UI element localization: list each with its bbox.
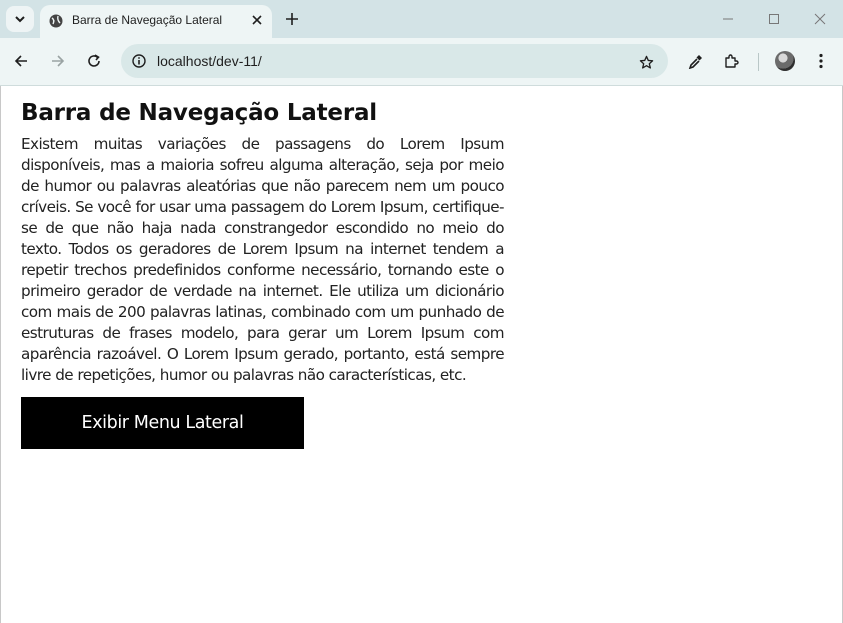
chevron-down-icon: [15, 16, 25, 23]
site-info-icon: [132, 54, 146, 68]
minimize-icon: [723, 18, 733, 20]
bookmark-button[interactable]: [635, 51, 657, 73]
extensions-button[interactable]: [719, 48, 745, 74]
tab-title: Barra de Navegação Lateral: [72, 13, 223, 27]
kebab-menu-icon: [819, 53, 823, 69]
intro-paragraph: Existem muitas variações de passagens do…: [21, 135, 505, 384]
browser-tab[interactable]: Barra de Navegação Lateral: [40, 5, 272, 38]
forward-icon: [52, 55, 65, 67]
tab-strip: Barra de Navegação Lateral: [0, 0, 843, 38]
extensions-icon: [725, 54, 739, 68]
menu-button[interactable]: [808, 48, 834, 74]
forward-button[interactable]: [45, 48, 71, 74]
tab-search-button[interactable]: [6, 6, 34, 32]
close-icon: [252, 15, 262, 25]
window-close-button[interactable]: [800, 6, 840, 32]
globe-icon: [49, 14, 63, 28]
eyedropper-icon: [688, 55, 702, 69]
url-text: localhost/dev-11/: [157, 53, 262, 69]
toolbar-divider: [758, 53, 759, 71]
maximize-button[interactable]: [754, 6, 794, 32]
tab-close-button[interactable]: [248, 11, 266, 29]
address-bar[interactable]: localhost/dev-11/: [121, 44, 668, 78]
show-sidebar-button[interactable]: Exibir Menu Lateral: [21, 397, 304, 449]
back-icon: [14, 55, 27, 67]
maximize-icon: [769, 14, 779, 24]
reload-icon: [88, 54, 100, 67]
window-close-icon: [814, 13, 826, 25]
eyedropper-button[interactable]: [683, 48, 709, 74]
main-content: Barra de Navegação Lateral Existem muita…: [21, 100, 505, 449]
plus-icon: [286, 13, 298, 25]
browser-toolbar: localhost/dev-11/: [0, 38, 843, 86]
reload-button[interactable]: [81, 48, 107, 74]
minimize-button[interactable]: [708, 6, 748, 32]
star-icon: [639, 55, 653, 69]
site-info-button[interactable]: [127, 49, 151, 73]
back-button[interactable]: [8, 48, 34, 74]
avatar[interactable]: [775, 51, 795, 71]
new-tab-button[interactable]: [281, 8, 303, 30]
page-viewport: Barra de Navegação Lateral Existem muita…: [0, 86, 843, 623]
page-title: Barra de Navegação Lateral: [21, 100, 377, 126]
